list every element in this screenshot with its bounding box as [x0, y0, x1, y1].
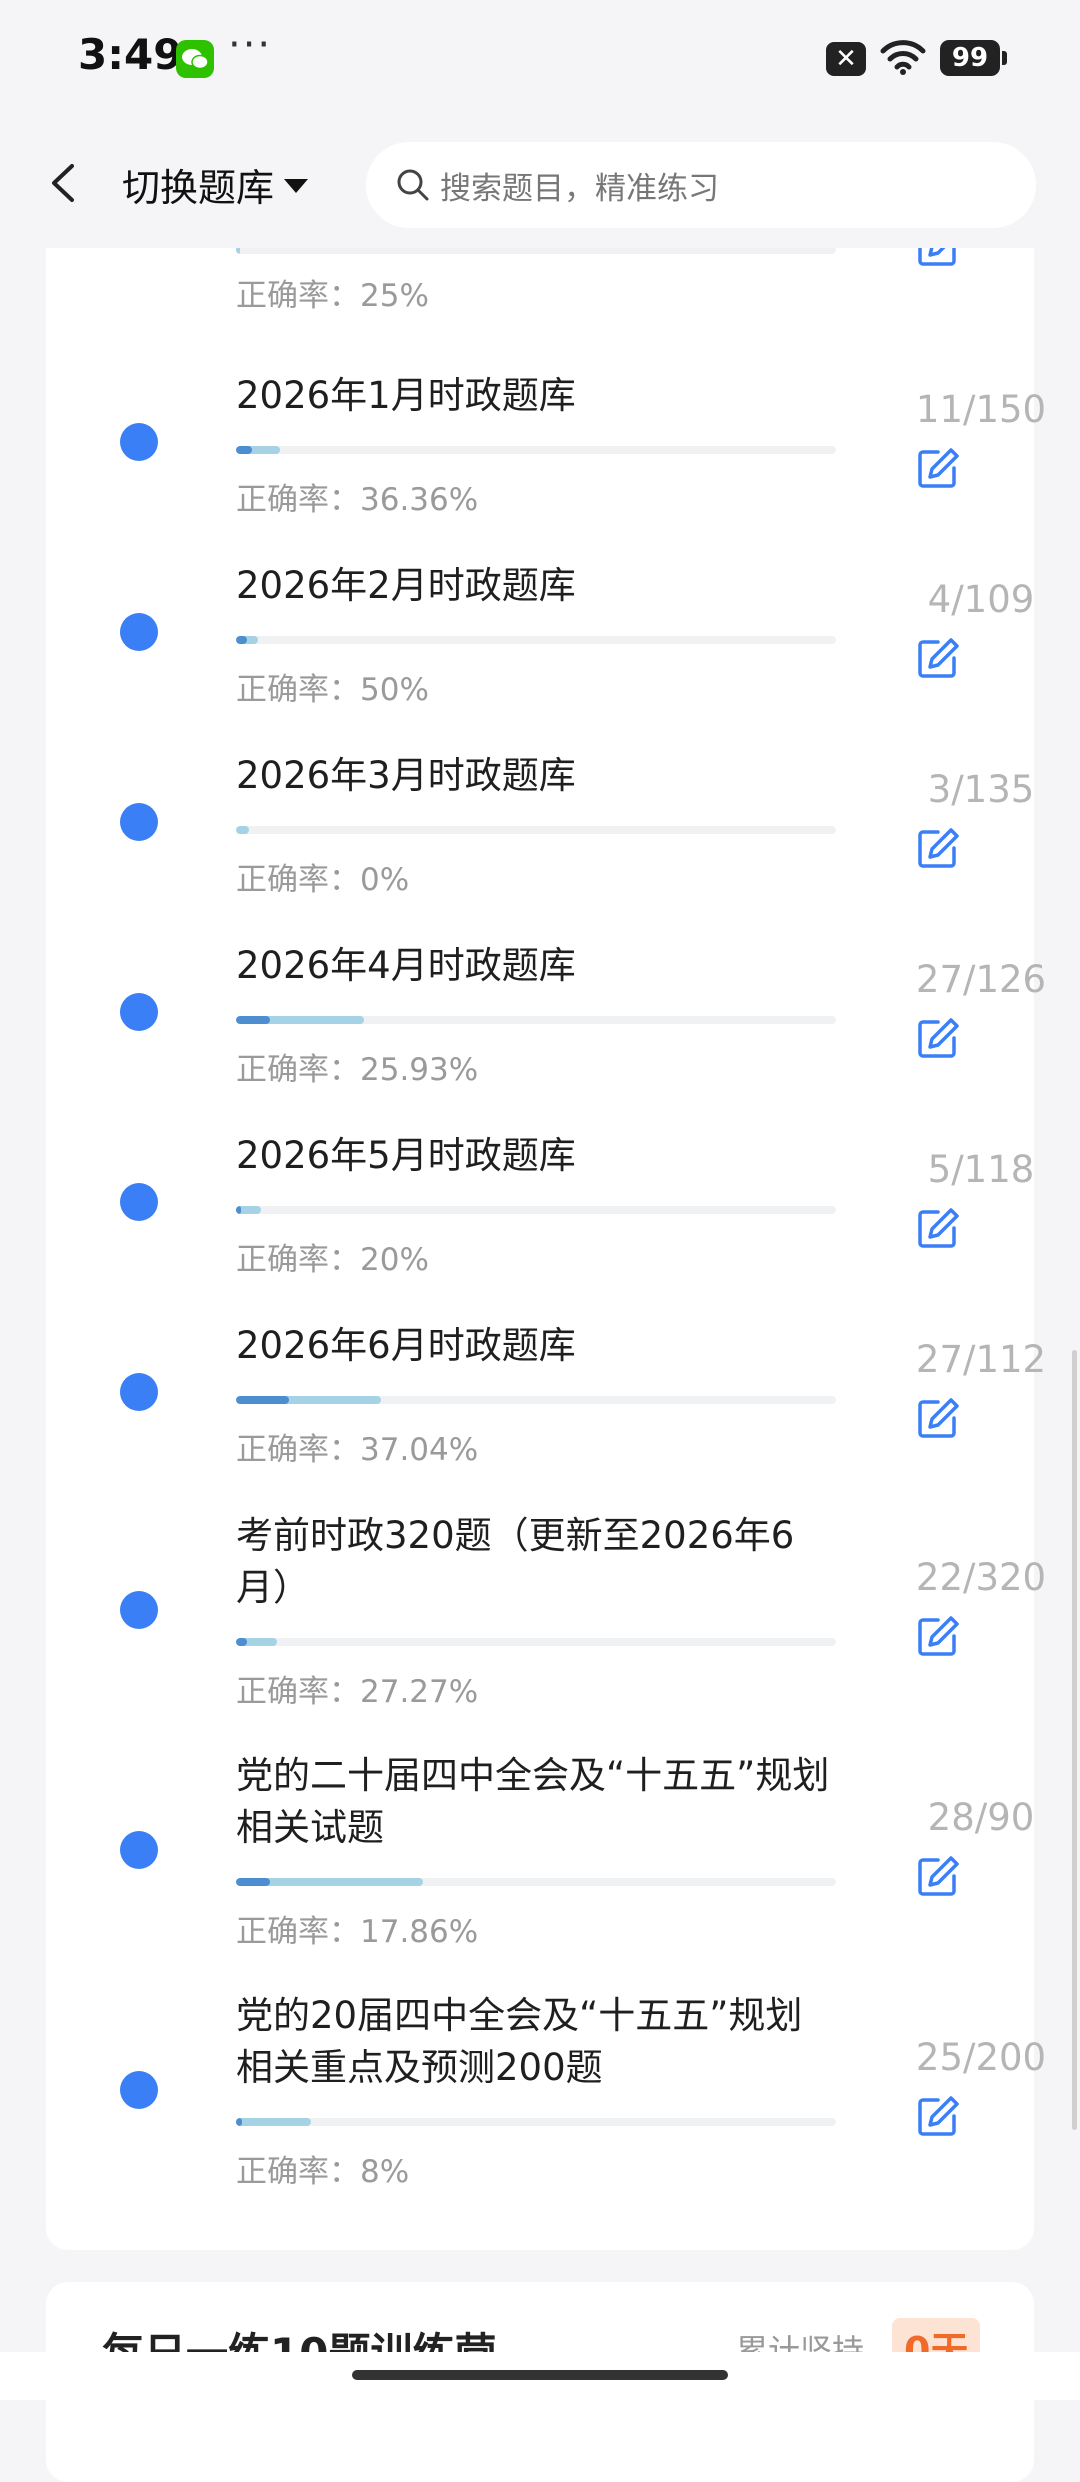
status-time: 3:49 [78, 30, 183, 79]
accuracy-text: 正确率：0% [236, 862, 410, 898]
edit-icon[interactable] [914, 1614, 960, 1660]
progress-bar [236, 1206, 836, 1214]
accuracy-text: 正确率：27.27% [236, 1674, 479, 1710]
edit-icon[interactable] [914, 1016, 960, 1062]
bank-title: 2026年2月时政题库 [236, 564, 576, 607]
answered-count: 3/135 [927, 768, 1035, 811]
search-input[interactable]: 搜索题目，精准练习 [366, 142, 1036, 228]
progress-bar [236, 1396, 836, 1404]
search-placeholder: 搜索题目，精准练习 [440, 170, 719, 207]
wechat-icon [176, 40, 214, 78]
battery-icon: 99 [940, 40, 1007, 76]
question-bank-item[interactable]: 2026年1月时政题库正确率：36.36% 11/150 [46, 370, 1046, 550]
accuracy-text: 正确率：25% [236, 278, 429, 314]
question-bank-item[interactable]: 2026年6月时政题库正确率：37.04% 27/112 [46, 1320, 1046, 1500]
switch-bank-button[interactable]: 切换题库 [122, 156, 309, 212]
progress-bar [236, 1878, 836, 1886]
wifi-icon [880, 38, 926, 80]
accuracy-text: 正确率：37.04% [236, 1432, 479, 1468]
progress-bar [236, 2118, 836, 2126]
chevron-left-icon [52, 164, 74, 202]
accuracy-text: 正确率：17.86% [236, 1914, 479, 1950]
edit-icon[interactable] [914, 446, 960, 492]
progress-bar [236, 1016, 836, 1024]
answered-count: 5/118 [927, 1148, 1035, 1191]
answered-count: 28/90 [927, 1796, 1035, 1839]
bullet-dot [120, 2071, 158, 2109]
question-bank-item[interactable]: 2026年4月时政题库正确率：25.93% 27/126 [46, 940, 1046, 1120]
answered-count: 11/150 [915, 388, 1047, 431]
question-bank-item[interactable]: 2026年2月时政题库正确率：50% 4/109 [46, 560, 1034, 740]
back-button[interactable] [40, 158, 90, 208]
answered-count: 4/109 [927, 578, 1035, 621]
bank-title: 2026年4月时政题库 [236, 944, 576, 987]
no-sim-icon: ✕ [826, 42, 866, 76]
accuracy-text: 正确率：50% [236, 672, 429, 708]
question-bank-item[interactable]: 党的20届四中全会及“十五五”规划相关重点及预测200题正确率：8% 25/200 [46, 1990, 1046, 2210]
accuracy-text: 正确率：20% [236, 1242, 429, 1278]
edit-icon[interactable] [914, 1854, 960, 1900]
bullet-dot [120, 423, 158, 461]
more-notifications-icon: ··· [228, 22, 273, 68]
question-bank-item[interactable]: 2026年3月时政题库正确率：0% 3/135 [46, 750, 1034, 930]
progress-bar [236, 446, 836, 454]
edit-icon[interactable] [914, 1396, 960, 1442]
edit-icon[interactable] [914, 2094, 960, 2140]
accuracy-text: 正确率：8% [236, 2154, 410, 2190]
question-bank-item[interactable]: 党的二十届四中全会及“十五五”规划相关试题正确率：17.86% 28/90 [46, 1750, 1034, 1970]
answered-count: 27/126 [915, 958, 1047, 1001]
edit-icon[interactable] [914, 636, 960, 682]
bullet-dot [120, 1591, 158, 1629]
edit-icon[interactable] [914, 1206, 960, 1252]
bullet-dot [120, 993, 158, 1031]
question-bank-item[interactable]: 2026年5月时政题库正确率：20% 5/118 [46, 1130, 1034, 1310]
scrollbar[interactable] [1072, 1350, 1077, 2130]
home-indicator[interactable] [352, 2370, 728, 2380]
bank-title: 2026年5月时政题库 [236, 1134, 576, 1177]
search-icon [397, 169, 429, 201]
accuracy-text: 正确率：25.93% [236, 1052, 479, 1088]
question-bank-item[interactable]: 考前时政320题（更新至2026年6月） 正确率：27.27% 22/320 [46, 1510, 1046, 1730]
progress-bar [236, 1638, 836, 1646]
answered-count: 25/200 [915, 2036, 1047, 2079]
edit-icon[interactable] [914, 826, 960, 872]
answered-count: 22/320 [915, 1556, 1047, 1599]
answered-count: 27/112 [915, 1338, 1047, 1381]
bullet-dot [120, 1831, 158, 1869]
bank-title: 2026年6月时政题库 [236, 1324, 576, 1367]
bank-title: 2026年3月时政题库 [236, 754, 576, 797]
switch-bank-label: 切换题库 [122, 165, 275, 210]
bullet-dot [120, 1183, 158, 1221]
bank-title: 2026年1月时政题库 [236, 374, 576, 417]
status-bar: 3:49 ··· ✕ 99 [0, 0, 1080, 120]
bullet-dot [120, 1373, 158, 1411]
progress-bar [236, 826, 836, 834]
top-header: 切换题库 搜索题目，精准练习 [0, 120, 1080, 248]
bullet-dot [120, 613, 158, 651]
accuracy-text: 正确率：36.36% [236, 482, 479, 518]
bank-title: 党的20届四中全会及“十五五”规划相关重点及预测200题 [236, 1994, 803, 2089]
progress-bar [236, 636, 836, 644]
question-bank-list-card: 正确率：25% 2026年1月时政题库 正确率：36.36% 11/150 2026年… [46, 200, 1046, 2250]
caret-down-icon [284, 179, 309, 193]
bullet-dot [120, 803, 158, 841]
bank-title: 考前时政320题（更新至2026年6月） [236, 1514, 795, 1609]
bank-title: 党的二十届四中全会及“十五五”规划相关试题 [236, 1754, 830, 1849]
